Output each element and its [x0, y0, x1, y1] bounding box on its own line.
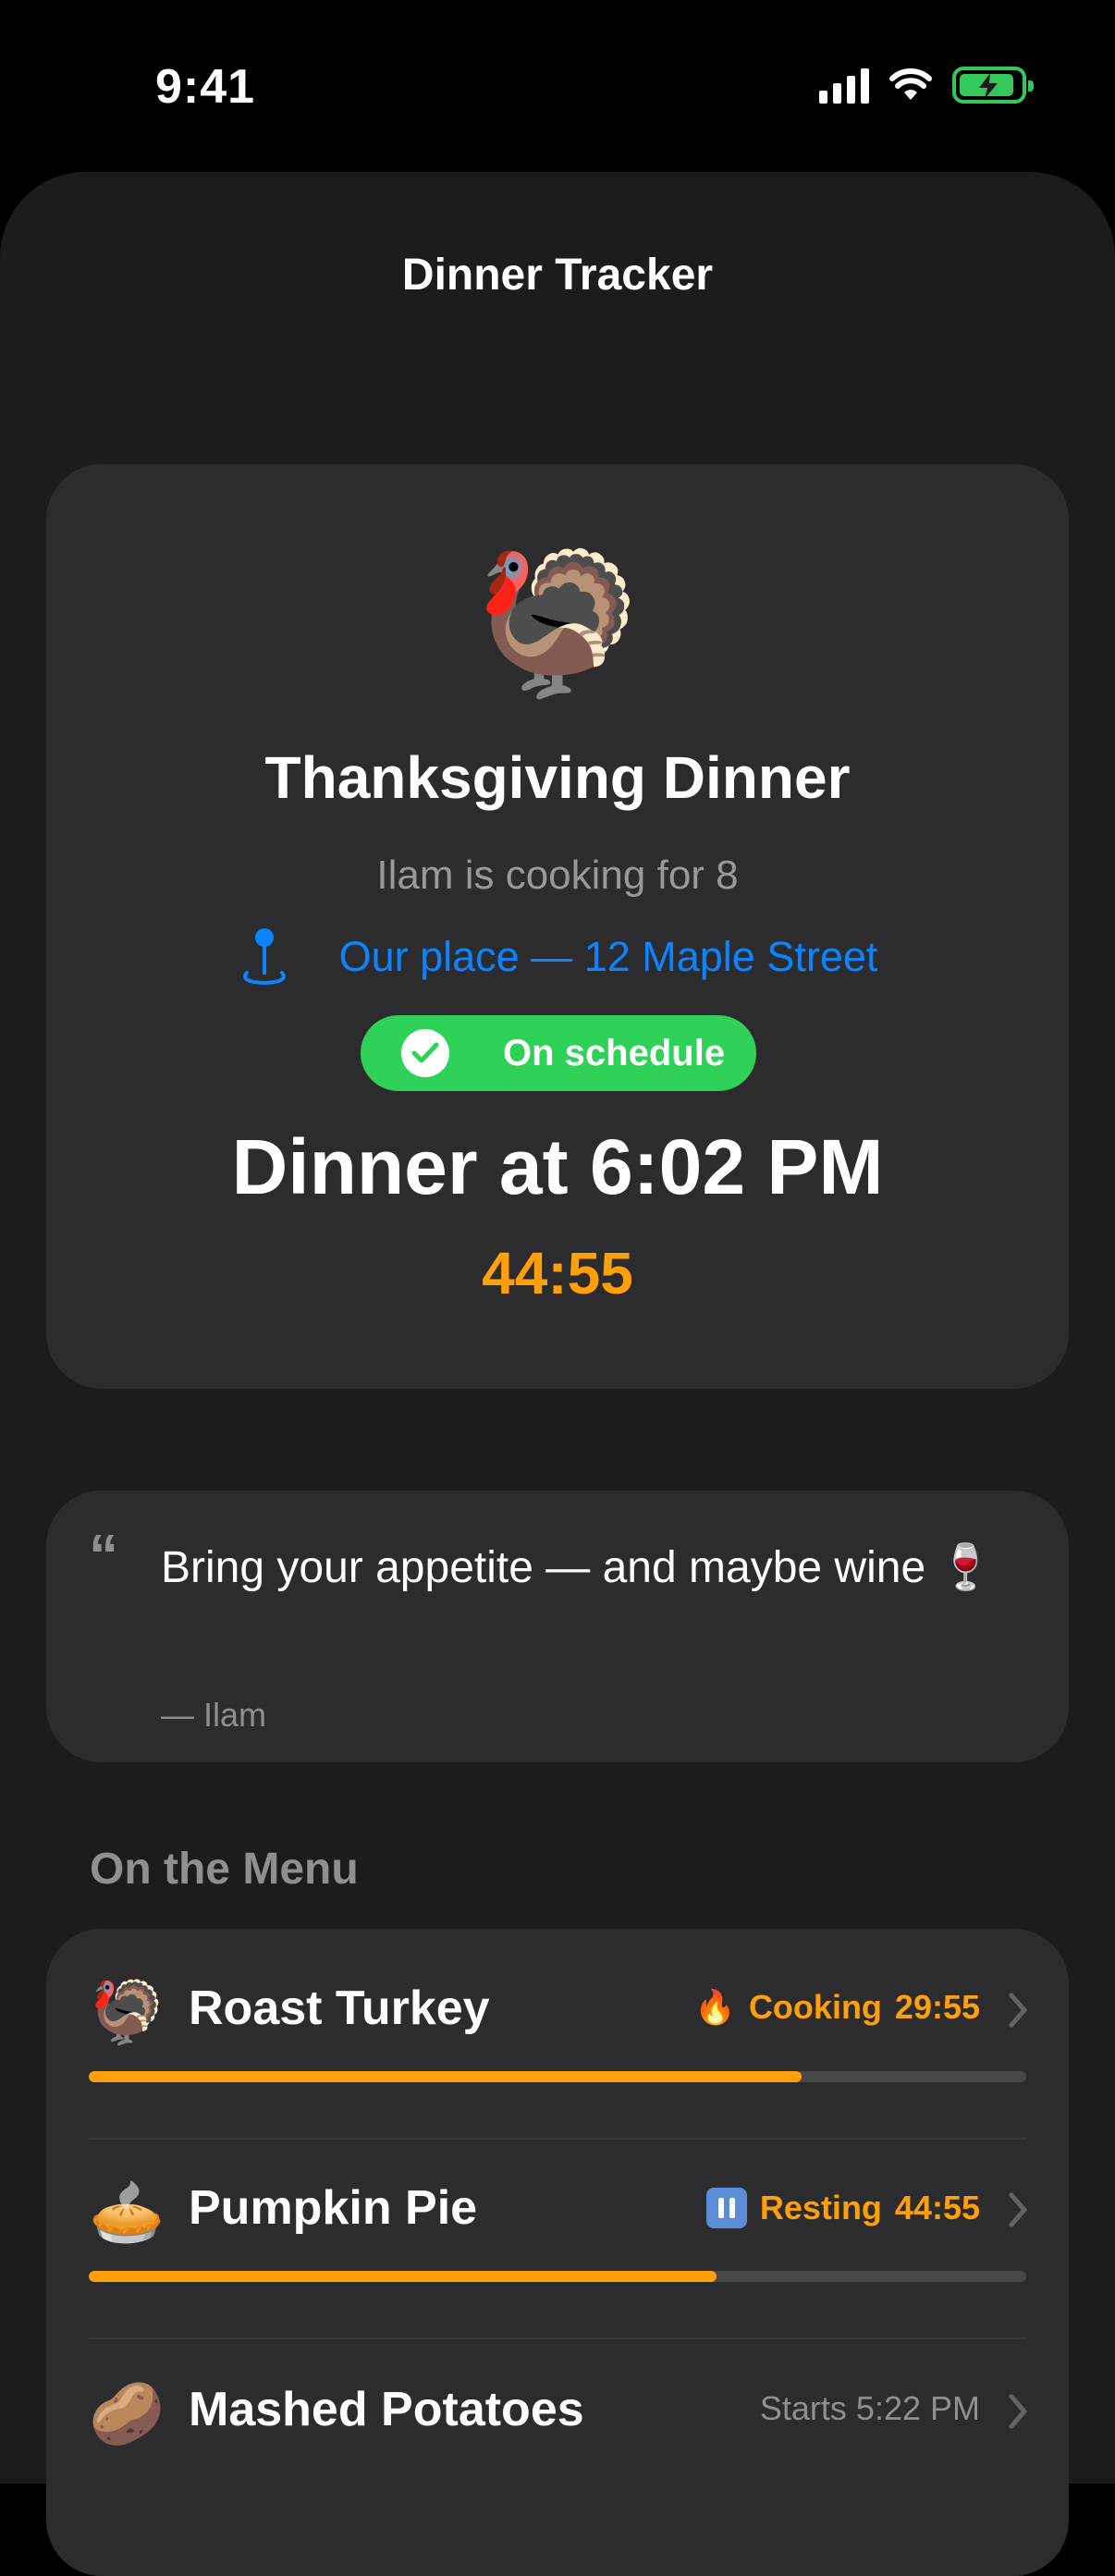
- status-icons: [819, 67, 1034, 104]
- battery-charging-icon: [952, 67, 1034, 104]
- progress-bar: [89, 2071, 802, 2082]
- note-author: — Ilam: [161, 1696, 267, 1734]
- turkey-emoji: 🦃: [471, 546, 644, 701]
- host-line: Ilam is cooking for 8: [376, 853, 739, 898]
- progress-track: [89, 2071, 1026, 2082]
- event-title: Thanksgiving Dinner: [264, 744, 851, 811]
- note-text: Bring your appetite — and maybe wine 🍷: [161, 1543, 994, 1592]
- progress-track: [89, 2271, 1026, 2282]
- menu-item-status: Starts 5:22 PM: [760, 2389, 980, 2428]
- status-badge-label: On schedule: [503, 1032, 726, 1073]
- pie-icon: 🥧: [89, 2177, 165, 2246]
- menu-section-header: On the Menu: [90, 1845, 359, 1894]
- nav-title: Dinner Tracker: [401, 251, 714, 300]
- menu-item-status: Resting 44:55: [705, 2188, 980, 2228]
- location-text[interactable]: Our place — 12 Maple Street: [339, 933, 878, 981]
- chevron-right-icon: [1009, 2192, 1027, 2227]
- menu-list: 🦃 Roast Turkey 🔥 Cooking 29:55 🥧 Pumpkin…: [46, 1929, 1069, 2576]
- potato-icon: 🥔: [89, 2379, 165, 2447]
- sheet: Dinner Tracker 🦃 Thanksgiving Dinner Ila…: [0, 172, 1115, 2576]
- host-note-card: “ Bring your appetite — and maybe wine 🍷…: [46, 1490, 1069, 1762]
- countdown-timer: 44:55: [482, 1240, 633, 1306]
- checkmark-icon: [401, 1029, 449, 1077]
- menu-item-name: Pumpkin Pie: [189, 2181, 478, 2235]
- menu-item-roast-turkey[interactable]: 🦃 Roast Turkey 🔥 Cooking 29:55: [46, 1929, 1069, 2128]
- status-label: Cooking: [748, 1988, 882, 2026]
- event-card: 🦃 Thanksgiving Dinner Ilam is cooking fo…: [46, 464, 1069, 1389]
- menu-item-mashed-potatoes[interactable]: 🥔 Mashed Potatoes Starts 5:22 PM: [46, 2330, 1069, 2530]
- quote-icon: “: [89, 1522, 118, 1589]
- turkey-icon: 🦃: [89, 1978, 165, 2046]
- location-link[interactable]: Our place — 12 Maple Street: [46, 926, 1069, 987]
- status-bar: 9:41: [0, 0, 1115, 172]
- menu-item-status: 🔥 Cooking 29:55: [694, 1988, 980, 2027]
- menu-item-name: Roast Turkey: [189, 1981, 490, 2035]
- chevron-right-icon: [1009, 2394, 1027, 2429]
- map-pin-icon: [242, 928, 286, 986]
- dinner-time: Dinner at 6:02 PM: [231, 1123, 884, 1210]
- status-label: Resting: [759, 2189, 882, 2226]
- status-badge: On schedule: [361, 1015, 756, 1091]
- wifi-icon: [889, 68, 932, 100]
- status-label: Starts 5:22 PM: [759, 2389, 980, 2427]
- chevron-right-icon: [1009, 1993, 1027, 2028]
- menu-item-pumpkin-pie[interactable]: 🥧 Pumpkin Pie Resting 44:55: [46, 2128, 1069, 2328]
- fire-icon: 🔥: [694, 1988, 736, 2026]
- status-time: 9:41: [155, 60, 256, 114]
- pause-icon: [705, 2188, 747, 2228]
- menu-item-name: Mashed Potatoes: [189, 2383, 584, 2436]
- status-time: 44:55: [894, 2189, 980, 2226]
- cellular-signal-icon: [819, 67, 869, 104]
- progress-bar: [89, 2271, 717, 2282]
- status-time: 29:55: [894, 1988, 980, 2026]
